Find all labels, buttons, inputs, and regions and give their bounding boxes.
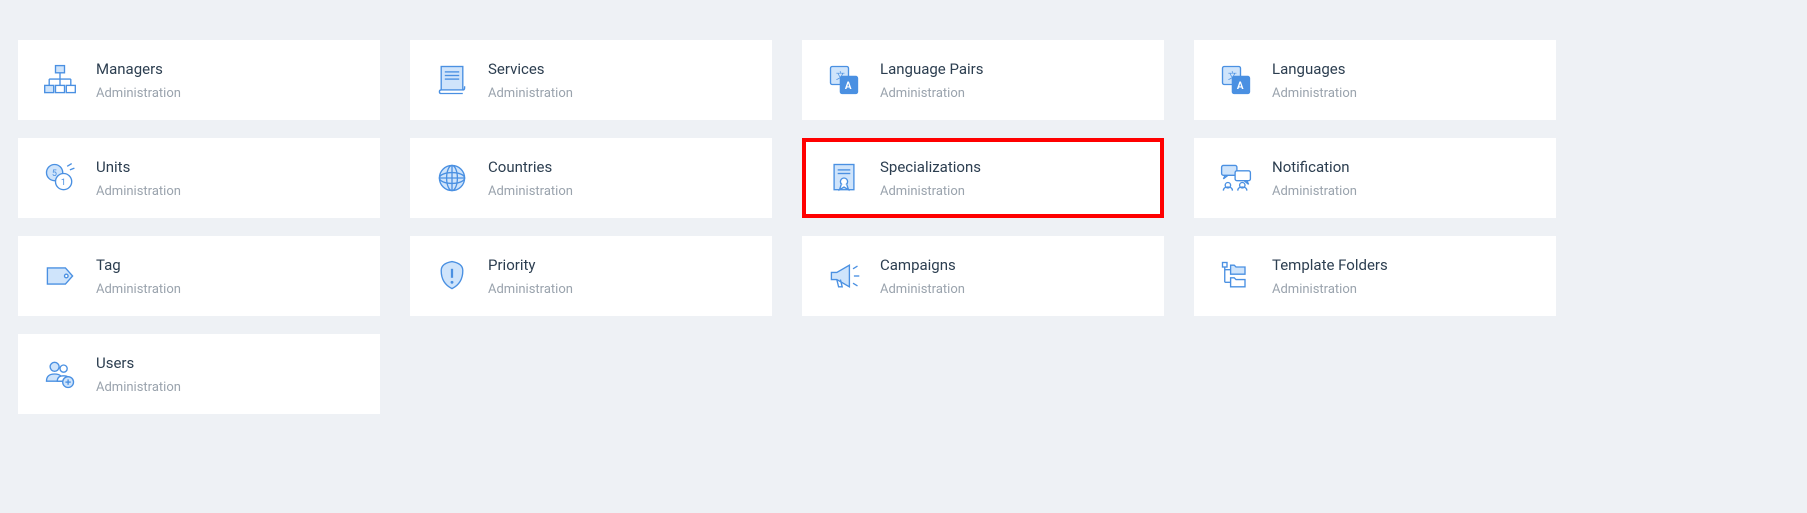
card-subtitle: Administration: [488, 86, 573, 102]
card-specializations[interactable]: Specializations Administration: [802, 138, 1164, 218]
card-title: Tag: [96, 255, 181, 276]
card-title: Template Folders: [1272, 255, 1388, 276]
card-title: Notification: [1272, 157, 1357, 178]
card-title: Managers: [96, 59, 181, 80]
svg-text:5: 5: [52, 169, 57, 179]
specializations-icon: [824, 158, 864, 198]
priority-icon: [432, 256, 472, 296]
card-subtitle: Administration: [96, 86, 181, 102]
languages-icon: 文 A: [1216, 60, 1256, 100]
svg-text:1: 1: [61, 178, 66, 188]
countries-icon: [432, 158, 472, 198]
language-pairs-icon: 文 A: [824, 60, 864, 100]
campaigns-icon: [824, 256, 864, 296]
card-units[interactable]: 5 1 Units Administration: [18, 138, 380, 218]
card-priority[interactable]: Priority Administration: [410, 236, 772, 316]
svg-text:文: 文: [1228, 70, 1237, 82]
card-subtitle: Administration: [488, 184, 573, 200]
card-template-folders[interactable]: Template Folders Administration: [1194, 236, 1556, 316]
card-subtitle: Administration: [96, 380, 181, 396]
card-title: Campaigns: [880, 255, 965, 276]
card-subtitle: Administration: [1272, 184, 1357, 200]
users-icon: [40, 354, 80, 394]
card-title: Services: [488, 59, 573, 80]
template-folders-icon: [1216, 256, 1256, 296]
card-subtitle: Administration: [1272, 86, 1357, 102]
card-subtitle: Administration: [1272, 282, 1388, 298]
units-icon: 5 1: [40, 158, 80, 198]
card-language-pairs[interactable]: 文 A Language Pairs Administration: [802, 40, 1164, 120]
tag-icon: [40, 256, 80, 296]
card-title: Language Pairs: [880, 59, 983, 80]
managers-icon: [40, 60, 80, 100]
card-title: Users: [96, 353, 181, 374]
card-campaigns[interactable]: Campaigns Administration: [802, 236, 1164, 316]
card-managers[interactable]: Managers Administration: [18, 40, 380, 120]
card-countries[interactable]: Countries Administration: [410, 138, 772, 218]
card-subtitle: Administration: [488, 282, 573, 298]
notification-icon: [1216, 158, 1256, 198]
card-subtitle: Administration: [880, 282, 965, 298]
card-services[interactable]: Services Administration: [410, 40, 772, 120]
svg-text:A: A: [1237, 81, 1244, 92]
card-title: Languages: [1272, 59, 1357, 80]
services-icon: [432, 60, 472, 100]
card-languages[interactable]: 文 A Languages Administration: [1194, 40, 1556, 120]
admin-card-grid: Managers Administration Services Adminis…: [18, 40, 1789, 414]
card-subtitle: Administration: [96, 282, 181, 298]
card-subtitle: Administration: [880, 86, 983, 102]
card-subtitle: Administration: [96, 184, 181, 200]
card-title: Units: [96, 157, 181, 178]
svg-text:A: A: [845, 81, 852, 92]
card-notification[interactable]: Notification Administration: [1194, 138, 1556, 218]
card-title: Specializations: [880, 157, 981, 178]
card-users[interactable]: Users Administration: [18, 334, 380, 414]
card-subtitle: Administration: [880, 184, 981, 200]
svg-text:文: 文: [836, 70, 845, 82]
card-tag[interactable]: Tag Administration: [18, 236, 380, 316]
card-title: Countries: [488, 157, 573, 178]
card-title: Priority: [488, 255, 573, 276]
